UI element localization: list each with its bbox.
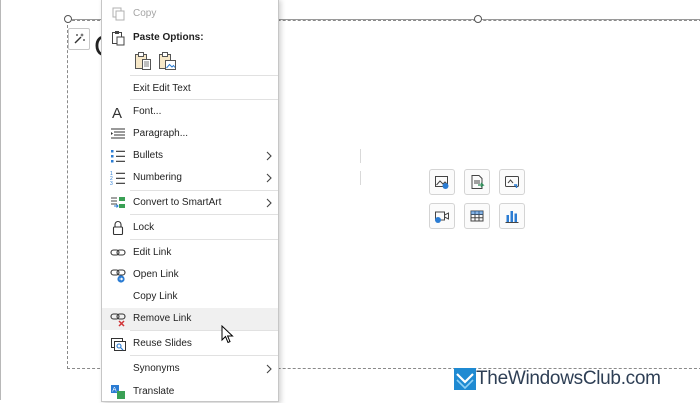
menu-item-numbering[interactable]: 1 2 3 Numbering (102, 167, 278, 189)
insert-icons-button[interactable] (464, 169, 490, 195)
copy-icon (112, 7, 125, 21)
menu-item-font[interactable]: A Font... (102, 101, 278, 123)
menu-item-lock[interactable]: Lock (102, 217, 278, 239)
numbering-icon: 1 2 3 (110, 171, 125, 186)
paste-picture-icon[interactable] (157, 51, 177, 71)
menu-label: Paragraph... (133, 128, 189, 139)
menu-separator (130, 214, 278, 215)
menu-label: Bullets (133, 150, 164, 161)
menu-separator (130, 330, 278, 331)
menu-label: Convert to SmartArt (133, 197, 222, 208)
svg-text:A: A (112, 105, 122, 120)
resize-handle[interactable] (64, 15, 72, 23)
menu-item-bullets[interactable]: Bullets (102, 145, 278, 167)
translate-icon: A (111, 385, 125, 399)
menu-item-open-link[interactable]: Open Link (102, 264, 278, 286)
resize-handle[interactable] (474, 15, 482, 23)
menu-item-paragraph[interactable]: Paragraph... (102, 123, 278, 145)
insert-video-button[interactable] (429, 203, 455, 229)
menu-label: Translate (133, 386, 175, 397)
designer-button[interactable] (68, 28, 90, 50)
menu-label: Reuse Slides (133, 338, 192, 349)
menu-label: Edit Link (133, 247, 172, 258)
link-icon (110, 249, 126, 256)
menu-item-paste-options: Paste Options: (102, 27, 278, 49)
slide-left-edge (0, 0, 1, 400)
menu-separator (130, 190, 278, 191)
chevron-right-icon (266, 173, 272, 183)
designer-wand-icon (74, 33, 85, 44)
menu-label: Synonyms (133, 363, 180, 374)
menu-item-edit-link[interactable]: Edit Link (102, 242, 278, 264)
menu-separator (130, 75, 278, 76)
insert-picture-button[interactable] (429, 169, 455, 195)
stock-images-icon (471, 175, 485, 189)
menu-label: Paste Options: (133, 32, 204, 43)
menu-label: Remove Link (133, 313, 192, 324)
paste-keep-source-icon[interactable] (133, 51, 153, 71)
chevron-right-icon (266, 151, 272, 161)
chart-icon (505, 211, 519, 223)
selection-border (279, 19, 700, 20)
context-menu: Copy Paste Options: Exit Edit Text A Fon… (101, 0, 361, 402)
watermark-logo-icon (454, 368, 476, 390)
svg-text:3: 3 (110, 181, 113, 186)
menu-label: Copy (133, 8, 157, 19)
chevron-right-icon (266, 198, 272, 208)
menu-item-reuse-slides[interactable]: Reuse Slides (102, 333, 278, 355)
font-icon: A (112, 105, 122, 120)
menu-separator (130, 239, 278, 240)
bullets-icon (111, 150, 125, 163)
insert-table-button[interactable] (464, 203, 490, 229)
smartart-icon (111, 197, 125, 208)
table-icon (470, 210, 484, 222)
menu-item-remove-link[interactable]: Remove Link (102, 308, 278, 330)
insert-chart-button[interactable] (499, 203, 525, 229)
selection-border (68, 19, 102, 20)
menu-label: Numbering (133, 172, 182, 183)
watermark-text: TheWindowsClub.com (476, 368, 661, 389)
watermark: TheWindowsClub.com (454, 368, 661, 390)
chevron-right-icon (266, 364, 272, 374)
menu-item-copy[interactable]: Copy (102, 3, 278, 25)
menu-label: Open Link (133, 269, 179, 280)
menu-label: Exit Edit Text (133, 83, 191, 94)
paragraph-icon (111, 128, 125, 139)
menu-item-exit-edit-text[interactable]: Exit Edit Text (102, 78, 278, 100)
remove-link-icon (110, 313, 126, 327)
menu-label: Copy Link (133, 291, 178, 302)
menu-label: Lock (133, 222, 155, 233)
lock-icon (112, 221, 124, 236)
video-icon (435, 211, 449, 223)
svg-text:A: A (112, 387, 117, 394)
reuse-slides-icon (111, 338, 126, 351)
menu-item-synonyms[interactable]: Synonyms (102, 358, 278, 380)
submenu-divider (360, 149, 361, 163)
open-link-icon (110, 269, 126, 283)
picture-icon (435, 176, 449, 189)
menu-item-copy-link[interactable]: Copy Link (102, 286, 278, 308)
submenu-divider (360, 171, 361, 185)
online-picture-icon (505, 176, 519, 188)
menu-separator (130, 355, 278, 356)
menu-label: Font... (133, 106, 162, 117)
insert-online-picture-button[interactable] (499, 169, 525, 195)
paste-icon (112, 31, 125, 46)
menu-item-convert-smartart[interactable]: Convert to SmartArt (102, 192, 278, 214)
mouse-pointer-icon (221, 325, 234, 344)
menu-separator (130, 99, 278, 100)
